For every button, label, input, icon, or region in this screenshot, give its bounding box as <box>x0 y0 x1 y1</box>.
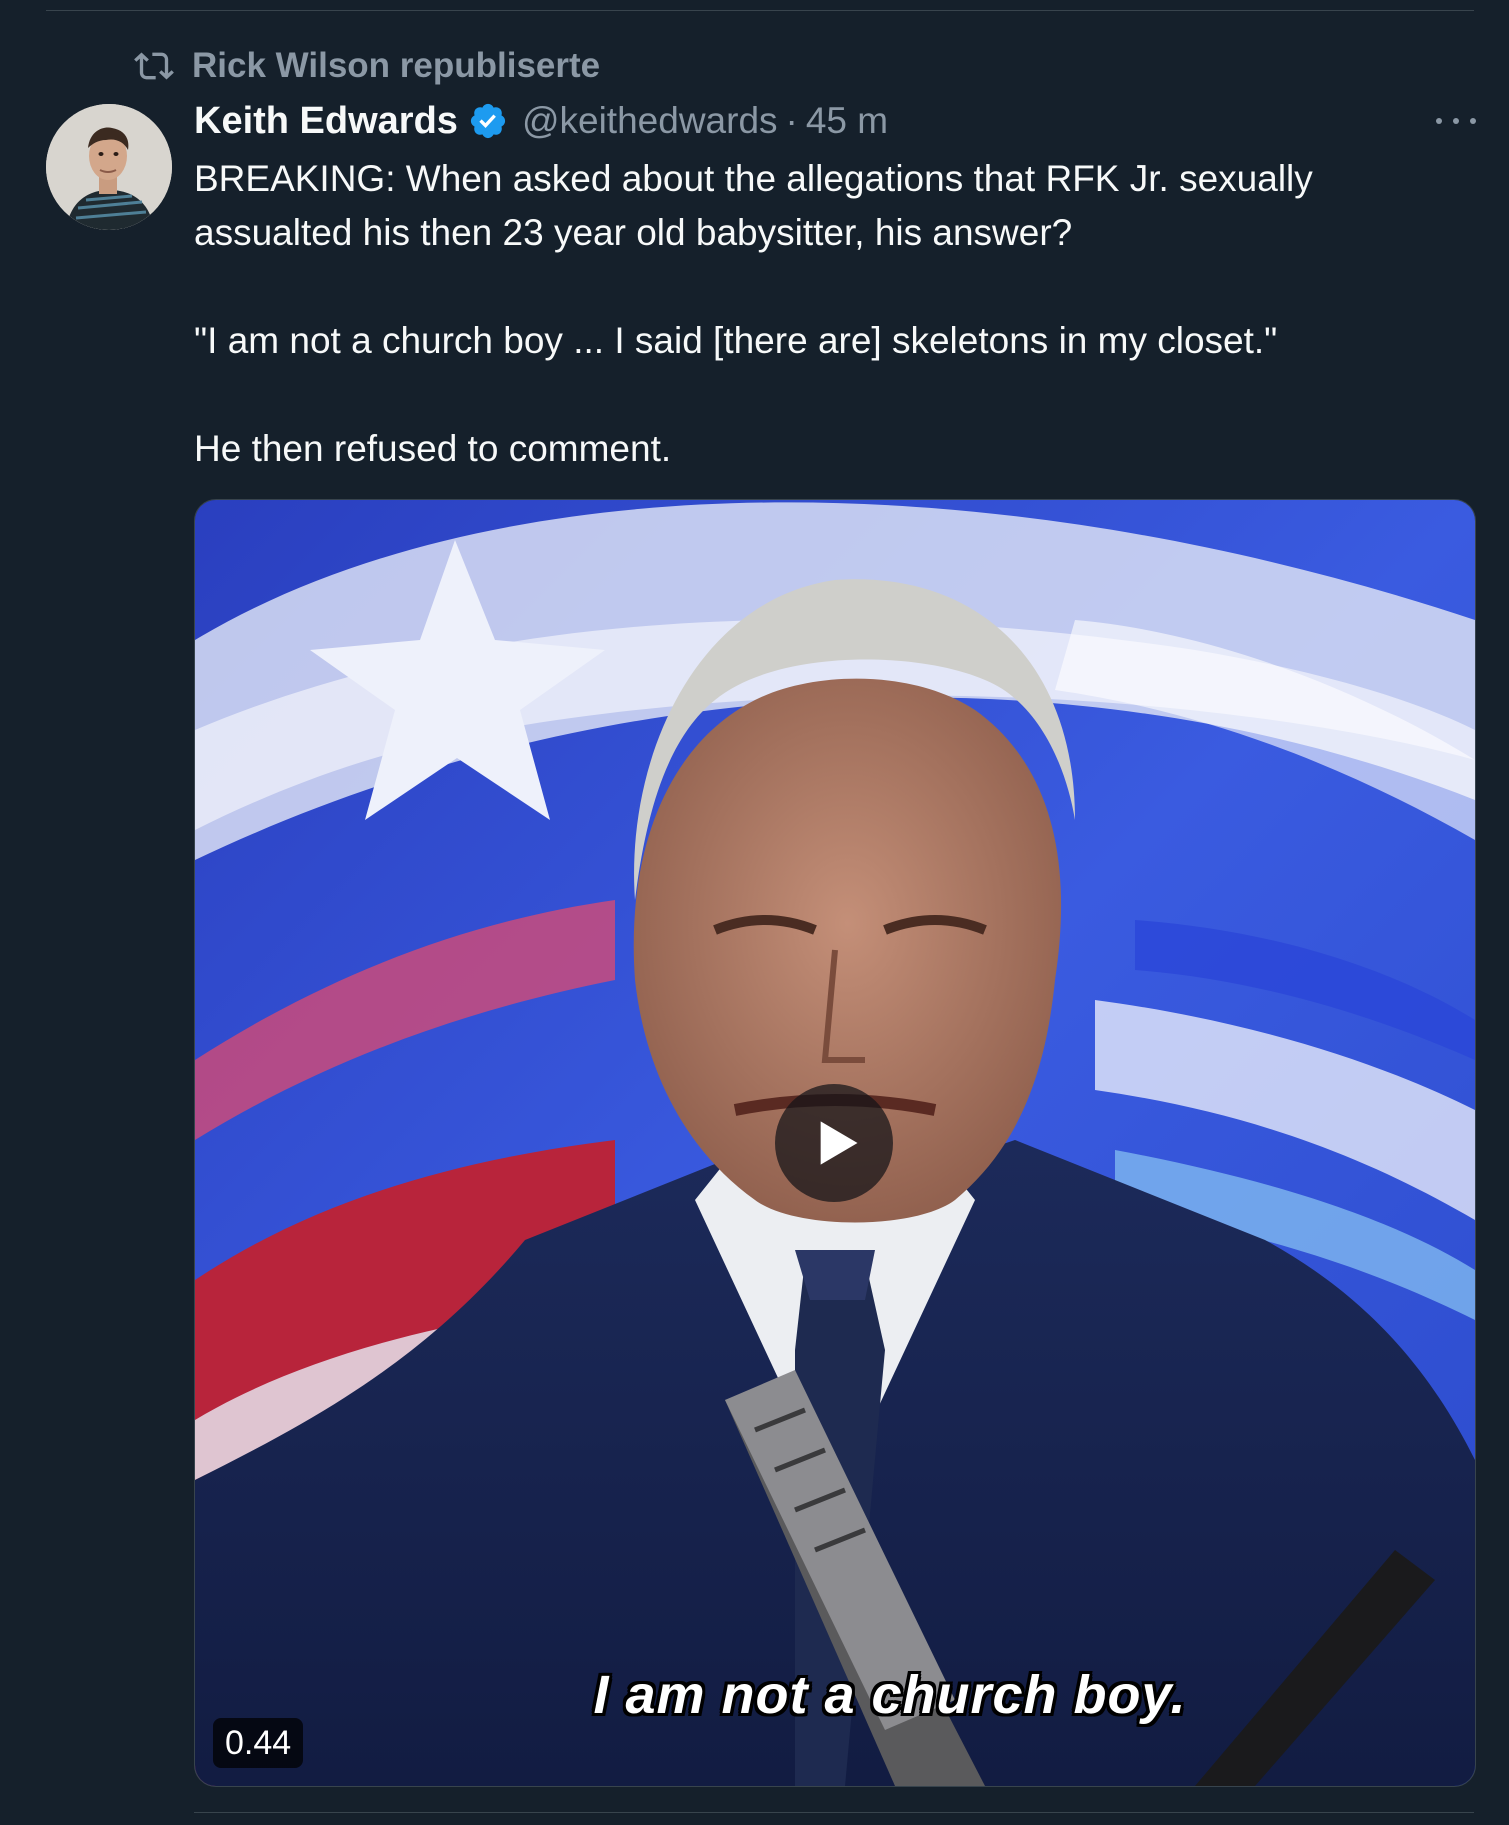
author-handle[interactable]: @keithedwards <box>522 100 778 142</box>
tweet-paragraph-3: He then refused to comment. <box>194 428 672 469</box>
top-divider <box>46 10 1474 11</box>
author-avatar[interactable] <box>46 104 172 230</box>
play-icon <box>820 1121 858 1165</box>
play-button[interactable] <box>775 1084 893 1202</box>
avatar-image <box>46 104 172 230</box>
next-tweet-edge <box>194 1812 1474 1813</box>
repost-context[interactable]: Rick Wilson republiserte <box>134 46 600 86</box>
repost-label: Rick Wilson republiserte <box>192 46 601 85</box>
verified-badge-icon <box>470 103 506 139</box>
tweet-timestamp[interactable]: 45 m <box>806 100 888 142</box>
video-duration: 0.44 <box>213 1718 304 1768</box>
video-caption: I am not a church boy. <box>593 1665 1187 1725</box>
more-options-icon[interactable] <box>1436 106 1476 136</box>
more-dot <box>1436 118 1442 124</box>
video-player[interactable]: I am not a church boy. 0.44 <box>194 499 1476 1787</box>
tweet-paragraph-1: BREAKING: When asked about the allegatio… <box>194 158 1313 253</box>
header-separator: · <box>785 100 798 141</box>
more-dot <box>1470 118 1476 124</box>
tweet-paragraph-2: "I am not a church boy ... I said [there… <box>194 320 1278 361</box>
more-dot <box>1453 118 1459 124</box>
author-display-name[interactable]: Keith Edwards <box>194 100 458 143</box>
repost-icon <box>134 52 174 80</box>
tweet-body: BREAKING: When asked about the allegatio… <box>194 152 1454 476</box>
tweet-header: Keith Edwards @keithedwards · 45 m <box>194 98 888 144</box>
